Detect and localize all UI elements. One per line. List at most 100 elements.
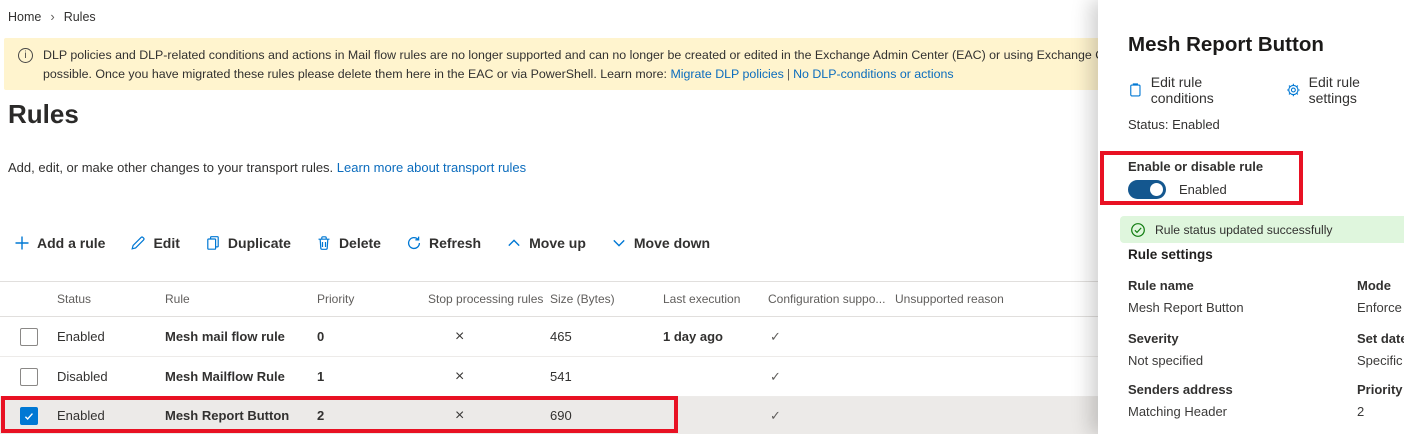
field-value: Mesh Report Button xyxy=(1128,300,1353,315)
dlp-warning-line2-text: possible. Once you have migrated these r… xyxy=(43,67,670,81)
cell-rule-name[interactable]: Mesh Mailflow Rule xyxy=(165,369,317,384)
edit-rule-settings-button[interactable]: Edit rule settings xyxy=(1286,74,1404,106)
cross-icon: × xyxy=(428,328,550,346)
field-value: Specific xyxy=(1357,353,1404,368)
gear-icon xyxy=(1286,82,1301,98)
success-message: Rule status updated successfully xyxy=(1155,223,1333,237)
page-title: Rules xyxy=(8,99,79,130)
add-a-rule-label: Add a rule xyxy=(37,235,105,251)
row-checkbox[interactable] xyxy=(20,368,38,386)
checkbox-check-icon xyxy=(23,410,35,422)
page-description-text: Add, edit, or make other changes to your… xyxy=(8,160,337,175)
refresh-label: Refresh xyxy=(429,235,481,251)
cell-status: Enabled xyxy=(57,329,165,344)
edit-button[interactable]: Edit xyxy=(130,235,179,251)
learn-more-transport-rules-link[interactable]: Learn more about transport rules xyxy=(337,160,526,175)
check-icon: ✓ xyxy=(768,408,895,424)
move-up-label: Move up xyxy=(529,235,586,251)
enable-toggle-row: Enabled xyxy=(1128,180,1227,199)
refresh-button[interactable]: Refresh xyxy=(406,235,481,251)
table-row-mesh-mail-flow-rule[interactable]: Enabled Mesh mail flow rule 0 × 465 1 da… xyxy=(0,317,1098,357)
edit-rule-conditions-button[interactable]: Edit rule conditions xyxy=(1128,74,1260,106)
table-row-mesh-mailflow-rule[interactable]: Disabled Mesh Mailflow Rule 1 × 541 ✓ xyxy=(0,357,1098,397)
cell-rule-name[interactable]: Mesh Report Button xyxy=(165,408,317,423)
field-set-date: Set date Specific xyxy=(1357,331,1404,368)
rule-enabled-toggle[interactable] xyxy=(1128,180,1166,199)
field-label: Priority xyxy=(1357,382,1404,397)
breadcrumb: Home › Rules xyxy=(8,9,96,24)
cross-icon: × xyxy=(428,407,550,425)
header-rule[interactable]: Rule xyxy=(165,292,317,306)
cell-status: Enabled xyxy=(57,408,165,423)
field-label: Mode xyxy=(1357,278,1404,293)
command-bar: Add a rule Edit Duplicate Delete Refresh… xyxy=(14,226,710,260)
breadcrumb-separator-icon: › xyxy=(50,9,54,24)
field-value: Matching Header xyxy=(1128,404,1353,419)
cross-icon: × xyxy=(428,368,550,386)
cell-priority: 1 xyxy=(317,369,428,384)
panel-title: Mesh Report Button xyxy=(1128,33,1324,57)
rules-table: Status Rule Priority Stop processing rul… xyxy=(0,281,1098,434)
rule-status-line: Status: Enabled xyxy=(1128,117,1220,132)
edit-label: Edit xyxy=(153,235,179,251)
header-unsupported-reason[interactable]: Unsupported reason xyxy=(895,292,1098,306)
field-label: Set date xyxy=(1357,331,1404,346)
success-notification: Rule status updated successfully xyxy=(1120,216,1404,243)
row-checkbox-checked[interactable] xyxy=(20,407,38,425)
info-icon: i xyxy=(18,48,33,63)
table-header-row: Status Rule Priority Stop processing rul… xyxy=(0,281,1098,317)
breadcrumb-current: Rules xyxy=(64,10,96,24)
edit-rule-conditions-label: Edit rule conditions xyxy=(1151,74,1260,106)
cell-priority: 0 xyxy=(317,329,428,344)
delete-icon xyxy=(316,235,332,251)
panel-actions: Edit rule conditions Edit rule settings xyxy=(1128,74,1404,106)
move-down-button[interactable]: Move down xyxy=(611,235,710,251)
page-description: Add, edit, or make other changes to your… xyxy=(8,160,526,175)
edit-icon xyxy=(130,235,146,251)
header-configuration-supported[interactable]: Configuration suppo... xyxy=(768,292,895,306)
cell-size: 465 xyxy=(550,329,663,344)
field-label: Severity xyxy=(1128,331,1353,346)
banner-links-separator: | xyxy=(784,67,793,81)
delete-label: Delete xyxy=(339,235,381,251)
cell-size: 541 xyxy=(550,369,663,384)
header-stop-processing[interactable]: Stop processing rules xyxy=(428,292,550,306)
table-row-mesh-report-button[interactable]: Enabled Mesh Report Button 2 × 690 ✓ xyxy=(0,397,1098,434)
header-status[interactable]: Status xyxy=(57,292,165,306)
add-a-rule-button[interactable]: Add a rule xyxy=(14,235,105,251)
move-up-button[interactable]: Move up xyxy=(506,235,586,251)
field-value: Enforce xyxy=(1357,300,1404,315)
delete-button[interactable]: Delete xyxy=(316,235,381,251)
cell-rule-name[interactable]: Mesh mail flow rule xyxy=(165,329,317,344)
check-icon: ✓ xyxy=(768,369,895,385)
move-down-label: Move down xyxy=(634,235,710,251)
header-priority[interactable]: Priority xyxy=(317,292,428,306)
duplicate-icon xyxy=(205,235,221,251)
header-last-execution[interactable]: Last execution xyxy=(663,292,768,306)
field-rule-name: Rule name Mesh Report Button xyxy=(1128,278,1353,315)
duplicate-button[interactable]: Duplicate xyxy=(205,235,291,251)
rule-details-panel: Mesh Report Button Edit rule conditions … xyxy=(1098,0,1404,434)
clipboard-icon xyxy=(1128,82,1143,98)
field-priority: Priority 2 xyxy=(1357,382,1404,419)
success-check-icon xyxy=(1130,222,1146,238)
edit-rule-settings-label: Edit rule settings xyxy=(1309,74,1404,106)
field-value: 2 xyxy=(1357,404,1404,419)
field-senders-address: Senders address Matching Header xyxy=(1128,382,1353,419)
row-checkbox[interactable] xyxy=(20,328,38,346)
toggle-state-label: Enabled xyxy=(1179,182,1227,197)
breadcrumb-home[interactable]: Home xyxy=(8,10,41,24)
migrate-dlp-policies-link[interactable]: Migrate DLP policies xyxy=(670,67,783,81)
field-label: Rule name xyxy=(1128,278,1353,293)
field-value: Not specified xyxy=(1128,353,1353,368)
chevron-up-icon xyxy=(506,235,522,251)
duplicate-label: Duplicate xyxy=(228,235,291,251)
toggle-knob xyxy=(1150,183,1163,196)
rule-settings-heading: Rule settings xyxy=(1128,247,1213,262)
cell-status: Disabled xyxy=(57,369,165,384)
add-icon xyxy=(14,235,30,251)
field-label: Senders address xyxy=(1128,382,1353,397)
header-size-bytes[interactable]: Size (Bytes) xyxy=(550,292,663,306)
no-dlp-conditions-link[interactable]: No DLP-conditions or actions xyxy=(793,67,953,81)
chevron-down-icon xyxy=(611,235,627,251)
